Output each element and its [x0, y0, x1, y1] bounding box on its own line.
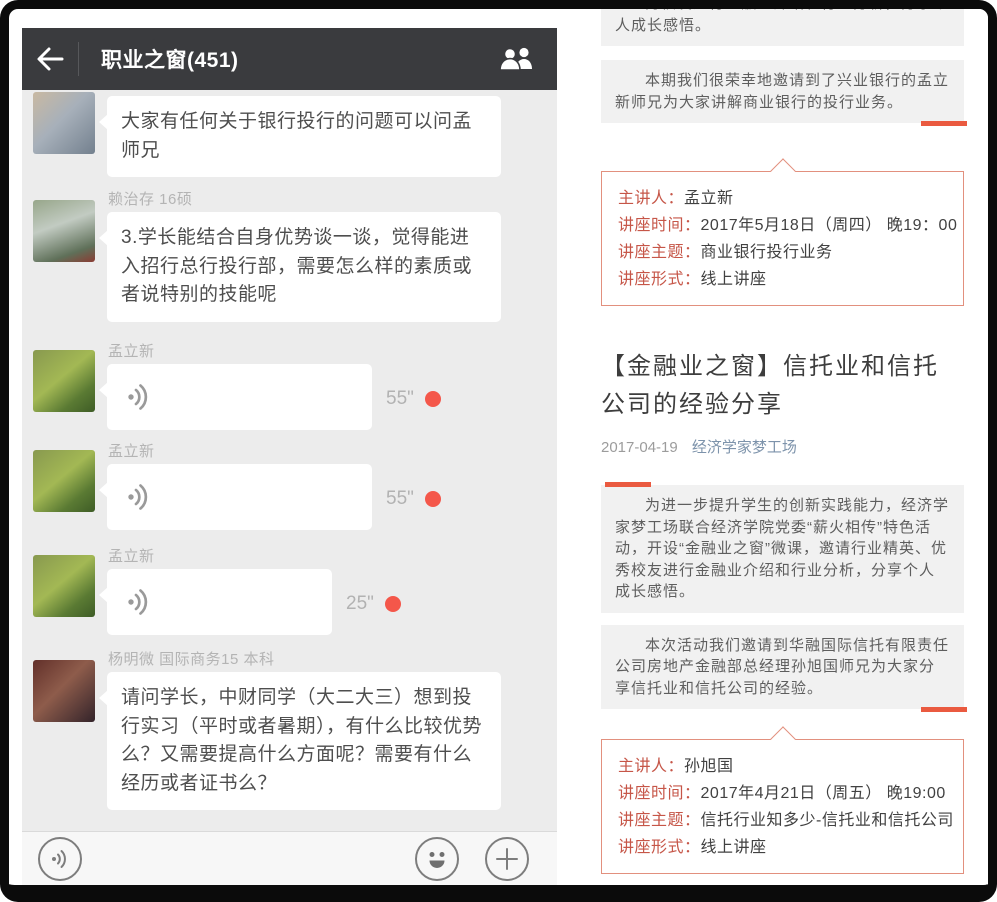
- article-pane: 秀校友进行金融业介绍和行业分析，分享个人成长感悟。 本期我们很荣幸地邀请到了兴业…: [579, 9, 988, 885]
- sender-name: 赖治存 16硕: [108, 188, 192, 209]
- voice-message-bubble[interactable]: [107, 569, 332, 635]
- avatar[interactable]: [33, 200, 95, 262]
- article-meta: 2017-04-19 经济学家梦工场: [601, 436, 964, 457]
- device-frame: 职业之窗(451) 大家有任何关于银行投行的问题可以问孟师兄: [0, 0, 997, 902]
- unread-dot: [425, 391, 441, 407]
- article-paragraph-2: 本次活动我们邀请到华融国际信托有限责任公司房地产金融部总经理孙旭国师兄为大家分享…: [601, 625, 964, 710]
- avatar[interactable]: [33, 92, 95, 154]
- lecture-info-box-2: 主讲人：孙旭国 讲座时间：2017年4月21日（周五） 晚19:00 讲座主题：…: [601, 739, 964, 874]
- article-title: 【金融业之窗】信托业和信托公司的经验分享: [601, 348, 964, 424]
- info-row: 讲座主题：信托行业知多少-信托业和信托公司: [618, 807, 947, 834]
- sender-name: 孟立新: [108, 440, 155, 461]
- info-row: 讲座时间：2017年4月21日（周五） 晚19:00: [618, 780, 947, 807]
- plus-icon: [494, 846, 520, 872]
- info-row: 主讲人：孙旭国: [618, 753, 947, 780]
- article-paragraph-intro: 本期我们很荣幸地邀请到了兴业银行的孟立新师兄为大家讲解商业银行的投行业务。: [601, 60, 964, 123]
- article-account-link[interactable]: 经济学家梦工场: [692, 439, 797, 456]
- accent-dash: [921, 121, 967, 126]
- info-row: 讲座时间：2017年5月18日（周四） 晚19：00: [618, 212, 947, 239]
- sender-name: 孟立新: [108, 340, 155, 361]
- voice-message-bubble[interactable]: [107, 464, 372, 530]
- callout-notch: [770, 158, 795, 183]
- article-date: 2017-04-19: [601, 439, 678, 456]
- voice-input-button[interactable]: [38, 837, 82, 881]
- chat-pane: 职业之窗(451) 大家有任何关于银行投行的问题可以问孟师兄: [22, 28, 557, 885]
- message-list: 大家有任何关于银行投行的问题可以问孟师兄 赖治存 16硕 3.学长能结合自身优势…: [22, 90, 557, 831]
- info-row: 讲座形式：线上讲座: [618, 834, 947, 861]
- info-row: 讲座形式：线上讲座: [618, 266, 947, 293]
- contacts-icon: [498, 46, 536, 72]
- text-message-bubble[interactable]: 请问学长，中财同学（大二大三）想到投行实习（平时或者暑期），有什么比较优势么？又…: [107, 672, 501, 810]
- header-divider: [78, 42, 79, 76]
- more-actions-button[interactable]: [485, 837, 529, 881]
- article-paragraph-clipped: 秀校友进行金融业介绍和行业分析，分享个人成长感悟。: [601, 9, 964, 46]
- emoji-button[interactable]: [415, 837, 459, 881]
- chat-header: 职业之窗(451): [22, 28, 557, 90]
- avatar[interactable]: [33, 450, 95, 512]
- voice-duration: 55": [386, 488, 414, 510]
- smiley-icon: [422, 844, 452, 874]
- unread-dot: [385, 596, 401, 612]
- accent-dash: [921, 707, 967, 712]
- voice-message-bubble[interactable]: [107, 364, 372, 430]
- voice-wave-icon: [125, 587, 155, 617]
- text-message-bubble[interactable]: 大家有任何关于银行投行的问题可以问孟师兄: [107, 96, 501, 177]
- sender-name: 杨明微 国际商务15 本科: [108, 648, 275, 669]
- voice-input-icon: [49, 848, 71, 870]
- chat-title: 职业之窗(451): [101, 44, 239, 74]
- back-arrow-icon: [35, 46, 65, 72]
- voice-duration: 25": [346, 593, 374, 615]
- info-row: 讲座主题：商业银行投行业务: [618, 239, 947, 266]
- avatar[interactable]: [33, 555, 95, 617]
- accent-dash: [605, 482, 651, 487]
- avatar[interactable]: [33, 350, 95, 412]
- chat-input-bar: [22, 831, 557, 885]
- text-message-bubble[interactable]: 3.学长能结合自身优势谈一谈，觉得能进入招行总行投行部，需要怎么样的素质或者说特…: [107, 212, 501, 322]
- lecture-info-box-1: 主讲人：孟立新 讲座时间：2017年5月18日（周四） 晚19：00 讲座主题：…: [601, 171, 964, 306]
- info-row: 主讲人：孟立新: [618, 185, 947, 212]
- unread-dot: [425, 491, 441, 507]
- article-paragraph-1: 为进一步提升学生的创新实践能力，经济学家梦工场联合经济学院党委“薪火相传”特色活…: [601, 485, 964, 613]
- voice-duration: 55": [386, 388, 414, 410]
- avatar[interactable]: [33, 660, 95, 722]
- voice-wave-icon: [125, 482, 155, 512]
- back-button[interactable]: [22, 28, 78, 90]
- sender-name: 孟立新: [108, 545, 155, 566]
- voice-wave-icon: [125, 382, 155, 412]
- callout-notch: [770, 726, 795, 751]
- group-members-button[interactable]: [489, 28, 545, 90]
